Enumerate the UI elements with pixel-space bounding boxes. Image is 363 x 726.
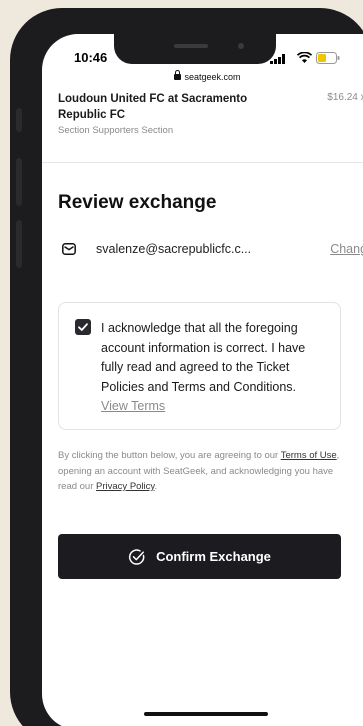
view-terms-link[interactable]: View Terms — [101, 399, 165, 413]
mail-icon — [62, 243, 76, 255]
event-price: $16.24 x 1 — [327, 92, 363, 103]
front-camera — [238, 43, 244, 49]
volume-down-button — [16, 220, 22, 268]
change-email-link[interactable]: Change — [330, 242, 363, 256]
confirm-exchange-button[interactable]: Confirm Exchange — [58, 534, 341, 579]
volume-up-button — [16, 158, 22, 206]
event-section: Section Supporters Section — [58, 125, 174, 136]
speaker — [174, 44, 208, 48]
acknowledgement-box: I acknowledge that all the foregoing acc… — [58, 302, 341, 430]
notch — [114, 34, 276, 64]
divider — [42, 162, 363, 163]
battery-icon — [316, 52, 340, 64]
home-indicator — [144, 712, 268, 716]
page-title: Review exchange — [58, 192, 217, 213]
confirm-exchange-label: Confirm Exchange — [156, 549, 271, 564]
acknowledgement-statement: I acknowledge that all the foregoing acc… — [101, 321, 306, 394]
email-value: svalenze@sacrepublicfc.c... — [96, 242, 252, 256]
legal-text-3: . — [154, 481, 158, 492]
check-circle-icon — [129, 548, 145, 565]
lock-icon — [174, 70, 182, 80]
phone-frame: 10:46 seatgeek.com Loudoun United FC at … — [10, 8, 363, 726]
url-text: seatgeek.com — [184, 72, 241, 82]
url-bar[interactable]: seatgeek.com — [42, 70, 363, 82]
terms-of-use-link[interactable]: Terms of Use — [281, 450, 337, 461]
status-time: 10:46 — [74, 50, 108, 65]
email-row: svalenze@sacrepublicfc.c... Change — [58, 240, 363, 260]
checkmark-icon — [78, 323, 88, 331]
legal-disclaimer: By clicking the button below, you are ag… — [58, 448, 346, 495]
acknowledge-checkbox[interactable] — [75, 319, 91, 335]
privacy-policy-link[interactable]: Privacy Policy — [96, 481, 154, 492]
legal-text-1: By clicking the button below, you are ag… — [58, 450, 281, 461]
mute-switch — [16, 108, 22, 132]
acknowledgement-text: I acknowledge that all the foregoing acc… — [101, 319, 326, 417]
screen: 10:46 seatgeek.com Loudoun United FC at … — [42, 34, 363, 726]
event-title: Loudoun United FC at Sacramento Republic… — [58, 93, 248, 121]
wifi-icon — [297, 52, 312, 63]
event-summary: Loudoun United FC at Sacramento Republic… — [58, 91, 363, 136]
